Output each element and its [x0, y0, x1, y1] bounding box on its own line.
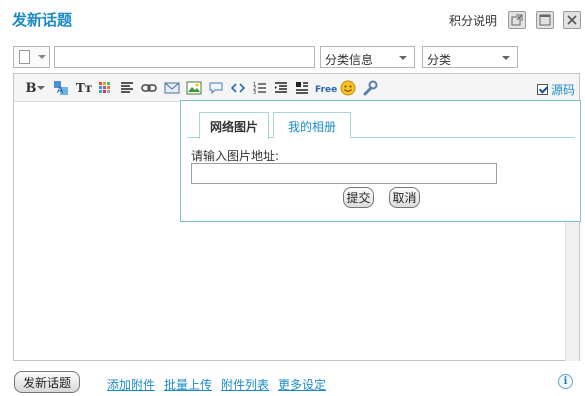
document-icon — [19, 50, 30, 64]
hr-button[interactable] — [293, 79, 311, 97]
url-label: 请输入图片地址: — [191, 149, 280, 163]
subject-row: 分类信息 分类 — [0, 44, 585, 70]
post-icon-dropdown[interactable] — [13, 46, 50, 68]
align-left-icon — [121, 82, 133, 93]
smiley-button[interactable] — [339, 79, 357, 97]
font-color-icon: A — [54, 81, 68, 96]
tools-button[interactable] — [361, 79, 379, 97]
page-title: 发新话题 — [12, 11, 73, 29]
category-value: 分类 — [427, 53, 452, 67]
close-button[interactable] — [563, 11, 581, 29]
indent-list-icon — [275, 82, 287, 93]
insert-image-popup: 网络图片 我的相册 请输入图片地址: 提交 取消 — [180, 100, 581, 222]
code-button[interactable] — [229, 79, 247, 97]
dialog-footer: 发新话题 添加附件 批量上传 附件列表 更多设定 i — [0, 368, 585, 396]
code-icon — [231, 83, 245, 93]
svg-text:Free: Free — [315, 85, 337, 95]
cancel-button[interactable]: 取消 — [389, 187, 420, 208]
category-info-value: 分类信息 — [325, 53, 374, 67]
unordered-list-button[interactable] — [272, 79, 290, 97]
credits-help-link[interactable]: 积分说明 — [449, 12, 497, 29]
tab-web-image[interactable]: 网络图片 — [199, 112, 269, 139]
svg-text:3: 3 — [253, 90, 256, 95]
table-icon — [296, 82, 308, 94]
close-icon — [567, 15, 577, 25]
font-size-icon: Tт — [75, 81, 93, 95]
free-icon: Free — [315, 85, 337, 95]
source-toggle[interactable]: 源码 — [537, 80, 575, 98]
attachment-list-link[interactable]: 附件列表 — [221, 376, 269, 393]
email-button[interactable] — [163, 79, 181, 97]
quote-button[interactable] — [207, 79, 225, 97]
bold-icon: B — [25, 80, 37, 96]
category-select[interactable]: 分类 — [422, 46, 518, 68]
add-attachment-link[interactable]: 添加附件 — [107, 376, 155, 393]
free-content-button[interactable]: Free — [315, 79, 337, 97]
chevron-down-icon — [502, 56, 510, 60]
align-button[interactable] — [118, 79, 136, 97]
dialog-header: 发新话题 积分说明 — [0, 0, 585, 40]
email-icon — [164, 82, 180, 94]
maximize-button[interactable] — [536, 11, 554, 29]
ordered-list-button[interactable]: 1 2 3 — [251, 79, 269, 97]
submit-button[interactable]: 提交 — [343, 187, 374, 208]
popout-icon — [511, 14, 523, 26]
post-topic-button[interactable]: 发新话题 — [14, 371, 80, 393]
editor-toolbar: B A Tт 1 2 3 Free 源码 — [14, 74, 579, 102]
background-color-button[interactable] — [96, 79, 114, 97]
font-size-button[interactable]: Tт — [75, 79, 93, 97]
editor-scrollbar[interactable] — [565, 217, 579, 361]
popout-button[interactable] — [508, 11, 526, 29]
link-button[interactable] — [140, 79, 158, 97]
source-label: 源码 — [551, 82, 576, 97]
popup-tabs: 网络图片 我的相册 — [187, 112, 575, 139]
svg-text:A: A — [57, 86, 64, 96]
quote-bubble-icon — [209, 82, 223, 95]
info-icon[interactable]: i — [558, 374, 573, 389]
chevron-down-icon — [399, 56, 407, 60]
source-checkbox[interactable] — [537, 83, 548, 95]
chevron-down-icon — [37, 86, 45, 90]
image-url-input[interactable] — [191, 163, 497, 184]
link-icon — [141, 84, 157, 92]
maximize-icon — [539, 14, 551, 26]
font-dropdown-button[interactable] — [36, 79, 46, 97]
image-icon — [186, 81, 202, 95]
tab-my-album[interactable]: 我的相册 — [273, 112, 351, 138]
more-settings-link[interactable]: 更多设定 — [278, 376, 326, 393]
smiley-icon — [340, 80, 356, 96]
subject-input[interactable] — [54, 46, 315, 68]
batch-upload-link[interactable]: 批量上传 — [164, 376, 212, 393]
wrench-icon — [363, 80, 378, 96]
ordered-list-icon: 1 2 3 — [253, 82, 266, 95]
image-button[interactable] — [185, 79, 203, 97]
category-info-select[interactable]: 分类信息 — [320, 46, 415, 68]
font-color-button[interactable]: A — [52, 79, 70, 97]
chevron-down-icon — [38, 55, 46, 59]
color-grid-icon — [99, 82, 110, 93]
